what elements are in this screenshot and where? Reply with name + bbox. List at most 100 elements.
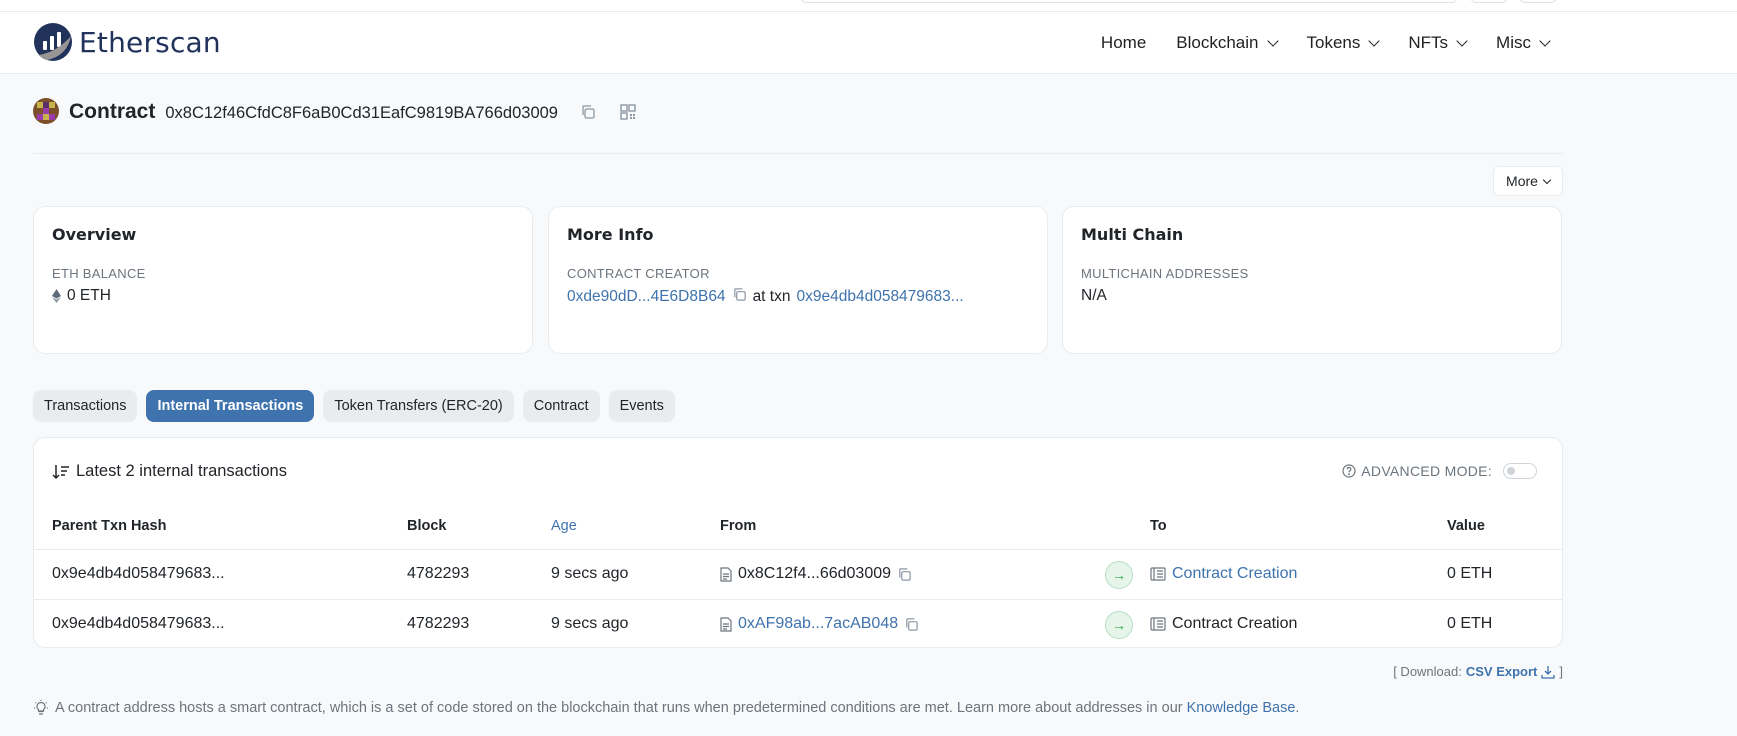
file-icon bbox=[720, 616, 732, 632]
from-address: 0xAF98ab...7acAB048 bbox=[720, 615, 919, 633]
etherscan-logo-icon bbox=[34, 23, 72, 61]
arrow-right-icon: → bbox=[1105, 561, 1133, 589]
tab-internal-transactions[interactable]: Internal Transactions bbox=[146, 390, 315, 422]
multichain-addresses-label: MULTICHAIN ADDRESSES bbox=[1081, 266, 1249, 281]
info-footnote: A contract address hosts a smart contrac… bbox=[33, 700, 1299, 716]
sort-icon[interactable] bbox=[52, 464, 70, 480]
col-block: Block bbox=[407, 518, 447, 534]
eth-balance-amount: 0 ETH bbox=[67, 287, 111, 304]
contract-avatar-icon bbox=[33, 98, 59, 124]
creator-address-link[interactable]: 0xde90dD...4E6D8B64 bbox=[567, 288, 726, 306]
nav-nfts-label: NFTs bbox=[1408, 33, 1449, 52]
knowledge-base-link[interactable]: Knowledge Base bbox=[1187, 700, 1296, 716]
brand-name: Etherscan bbox=[79, 25, 221, 59]
col-from: From bbox=[720, 518, 757, 534]
eth-balance-label: ETH BALANCE bbox=[52, 266, 146, 281]
footnote-end: . bbox=[1295, 700, 1300, 716]
arrow-right-icon: → bbox=[1105, 611, 1133, 639]
parent-txn-hash-link[interactable]: 0x9e4db4d058479683... bbox=[52, 615, 225, 633]
col-age[interactable]: Age bbox=[551, 518, 577, 534]
creation-txn-link[interactable]: 0x9e4db4d058479683... bbox=[796, 288, 963, 306]
from-address: 0x8C12f4...66d03009 bbox=[720, 565, 912, 583]
nav-nfts[interactable]: NFTs bbox=[1408, 33, 1468, 53]
internal-transactions-heading: Latest 2 internal transactions bbox=[52, 462, 287, 481]
value-amount: 0 ETH bbox=[1447, 615, 1493, 632]
nav-blockchain[interactable]: Blockchain bbox=[1176, 33, 1279, 53]
lightbulb-icon bbox=[34, 700, 48, 715]
copy-icon[interactable] bbox=[732, 287, 747, 307]
search-input[interactable] bbox=[800, 0, 1458, 3]
chevron-down-icon bbox=[1542, 175, 1552, 184]
contract-creator-label: CONTRACT CREATOR bbox=[567, 266, 710, 281]
tab-transactions[interactable]: Transactions bbox=[33, 390, 138, 422]
file-icon bbox=[720, 566, 732, 582]
from-address-text: 0x8C12f4...66d03009 bbox=[738, 565, 892, 582]
tab-contract[interactable]: Contract bbox=[522, 390, 600, 422]
contract-creator-value: 0xde90dD...4E6D8B64 at txn 0x9e4db4d0584… bbox=[567, 287, 1029, 307]
more-dropdown-button[interactable]: More bbox=[1493, 166, 1563, 196]
contract-address: 0x8C12f46CfdC8F6aB0Cd31EafC9819BA766d030… bbox=[165, 104, 558, 122]
page-title-bar: Contract 0x8C12f46CfdC8F6aB0Cd31EafC9819… bbox=[33, 98, 1563, 154]
main-nav: Home Blockchain Tokens NFTs Misc bbox=[1101, 12, 1551, 74]
footnote-text: A contract address hosts a smart contrac… bbox=[55, 700, 1183, 716]
internal-transactions-card: Latest 2 internal transactions ADVANCED … bbox=[33, 437, 1563, 648]
theme-button[interactable] bbox=[1470, 0, 1508, 3]
nav-home[interactable]: Home bbox=[1101, 33, 1146, 53]
copy-icon[interactable] bbox=[578, 102, 598, 122]
nav-misc-label: Misc bbox=[1496, 33, 1531, 52]
col-to: To bbox=[1150, 518, 1167, 534]
table-row: 0x9e4db4d058479683... 4782293 9 secs ago… bbox=[34, 549, 1562, 599]
nav-blockchain-label: Blockchain bbox=[1176, 33, 1259, 52]
chevron-down-icon bbox=[1456, 35, 1468, 47]
parent-txn-hash-link[interactable]: 0x9e4db4d058479683... bbox=[52, 565, 225, 583]
more-info-title: More Info bbox=[567, 225, 654, 244]
csv-export-link[interactable]: CSV Export bbox=[1466, 664, 1538, 679]
nav-home-label: Home bbox=[1100, 33, 1147, 52]
age-value: 9 secs ago bbox=[551, 565, 629, 582]
etherscan-logo[interactable]: Etherscan bbox=[33, 22, 221, 62]
multi-chain-title: Multi Chain bbox=[1081, 225, 1184, 244]
more-button-label: More bbox=[1506, 173, 1538, 189]
chevron-down-icon bbox=[1266, 35, 1279, 47]
contract-creation-icon bbox=[1150, 617, 1166, 631]
page-title: Contract bbox=[69, 100, 156, 123]
at-txn-label: at txn bbox=[752, 288, 791, 305]
to-contract-creation-text: Contract Creation bbox=[1172, 615, 1298, 632]
block-link[interactable]: 4782293 bbox=[407, 615, 469, 633]
internal-transactions-count: Latest 2 internal transactions bbox=[76, 462, 287, 480]
download-suffix: ] bbox=[1559, 664, 1563, 679]
copy-icon[interactable] bbox=[904, 617, 919, 632]
more-info-card: More Info CONTRACT CREATOR 0xde90dD...4E… bbox=[548, 206, 1048, 354]
nav-tokens[interactable]: Tokens bbox=[1306, 33, 1381, 53]
overview-title: Overview bbox=[52, 225, 137, 244]
value-amount: 0 ETH bbox=[1447, 565, 1493, 582]
from-address-link[interactable]: 0xAF98ab...7acAB048 bbox=[738, 615, 898, 633]
advanced-mode: ADVANCED MODE: bbox=[1342, 463, 1537, 479]
col-value: Value bbox=[1447, 518, 1485, 534]
overview-card: Overview ETH BALANCE 0 ETH bbox=[33, 206, 533, 354]
chevron-down-icon bbox=[1368, 35, 1381, 47]
advanced-mode-toggle[interactable] bbox=[1503, 463, 1537, 479]
nav-tokens-label: Tokens bbox=[1306, 33, 1361, 52]
copy-icon[interactable] bbox=[897, 567, 912, 582]
settings-button[interactable] bbox=[1519, 0, 1557, 3]
top-strip bbox=[0, 0, 1737, 12]
table-row: 0x9e4db4d058479683... 4782293 9 secs ago… bbox=[34, 599, 1562, 649]
to-contract-creation-link[interactable]: Contract Creation bbox=[1172, 565, 1297, 583]
download-prefix: [ Download: bbox=[1393, 664, 1462, 679]
nav-misc[interactable]: Misc bbox=[1496, 33, 1551, 53]
chevron-down-icon bbox=[1539, 35, 1551, 47]
to-contract-creation: Contract Creation bbox=[1150, 615, 1297, 633]
question-circle-icon bbox=[1342, 464, 1356, 478]
block-link[interactable]: 4782293 bbox=[407, 565, 469, 583]
multichain-addresses-value: N/A bbox=[1081, 287, 1107, 304]
col-parent-txn-hash: Parent Txn Hash bbox=[52, 518, 167, 534]
age-value: 9 secs ago bbox=[551, 615, 629, 632]
qr-code-icon[interactable] bbox=[618, 102, 638, 122]
tab-events[interactable]: Events bbox=[608, 390, 675, 422]
download-icon[interactable] bbox=[1541, 665, 1556, 679]
eth-balance-value: 0 ETH bbox=[52, 287, 514, 305]
tab-token-transfers[interactable]: Token Transfers (ERC-20) bbox=[323, 390, 514, 422]
to-contract-creation: Contract Creation bbox=[1150, 565, 1297, 583]
advanced-mode-label: ADVANCED MODE: bbox=[1361, 463, 1492, 479]
